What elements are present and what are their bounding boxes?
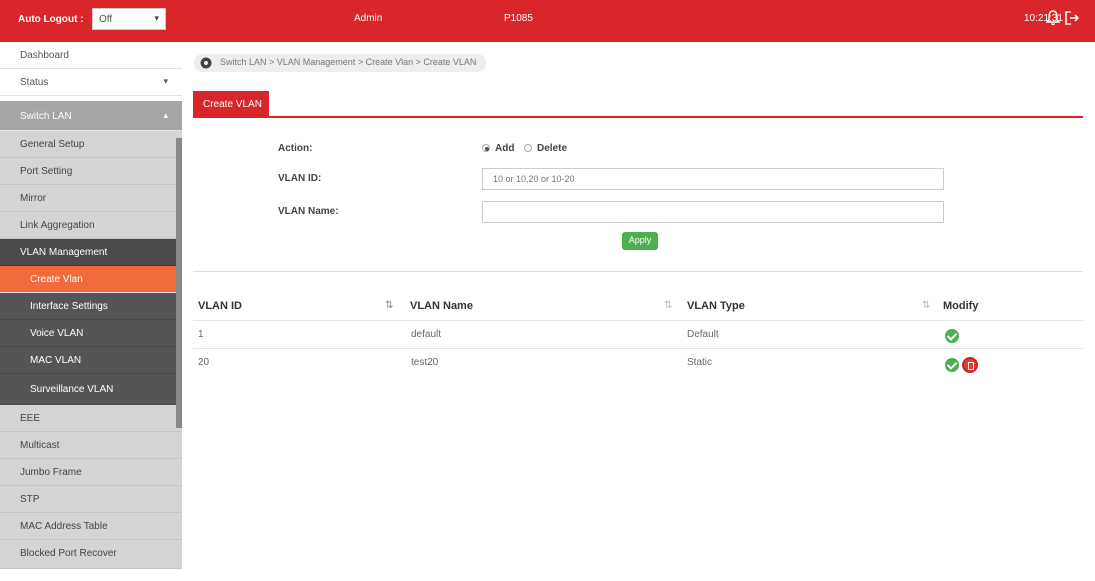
vlan-name-label: VLAN Name: [278,206,339,217]
breadcrumb: Switch LAN > VLAN Management > Create Vl… [194,54,487,72]
chevron-down-icon: ▾ [163,76,168,86]
edit-icon[interactable] [945,329,959,343]
sidebar-item-label: Link Aggregation [20,220,95,231]
cell-vlan-id: 1 [198,329,204,340]
bell-icon[interactable] [1046,10,1060,26]
sidebar-item-link-aggregation[interactable]: Link Aggregation [0,212,182,239]
add-radio[interactable] [482,144,490,152]
cell-vlan-type: Default [687,329,719,340]
sidebar-item-label: EEE [20,413,41,424]
column-header-vlan-id[interactable]: VLAN ID [198,300,242,312]
sidebar-item-label: Surveillance VLAN [30,384,114,395]
vlan-name-input[interactable] [482,201,944,223]
sidebar-item-general-setup[interactable]: General Setup [0,131,182,158]
sidebar-item-mac-address-table[interactable]: MAC Address Table [0,513,182,540]
auto-logout-value: Off [99,14,113,25]
sidebar-item-label: VLAN Management [20,247,108,258]
sidebar-item-label: Switch LAN [20,111,72,122]
device-model: P1085 [504,13,533,24]
sidebar-item-label: Interface Settings [30,301,108,312]
main-content: Switch LAN > VLAN Management > Create Vl… [182,42,1095,581]
sidebar-item-interface-settings[interactable]: Interface Settings [0,293,182,320]
sidebar-item-label: Voice VLAN [30,328,84,339]
sidebar-item-stp[interactable]: STP [0,486,182,513]
tab-create-vlan[interactable]: Create VLAN [193,91,269,117]
sort-icon[interactable]: ⇅ [922,300,930,311]
column-header-vlan-name[interactable]: VLAN Name [410,300,473,312]
cell-vlan-id: 20 [198,357,210,368]
sidebar-item-eee[interactable]: EEE [0,405,182,432]
delete-icon[interactable] [962,357,978,373]
sidebar-item-switch-lan[interactable]: Switch LAN ▴ [0,101,182,131]
auto-logout-select[interactable]: Off ▾ [92,8,166,30]
sidebar-item-label: MAC Address Table [20,521,108,532]
sidebar-item-label: Dashboard [20,50,69,61]
sidebar-item-status[interactable]: Status ▾ [0,69,182,96]
sidebar-item-label: Mirror [20,193,47,204]
breadcrumb-text: Switch LAN > VLAN Management > Create Vl… [220,57,477,67]
sidebar-item-label: Jumbo Frame [20,467,82,478]
column-header-modify: Modify [943,300,979,312]
logout-icon[interactable] [1064,10,1080,26]
sidebar-item-label: STP [20,494,40,505]
sidebar-item-label: General Setup [20,139,85,150]
sidebar-item-label: Port Setting [20,166,73,177]
cell-vlan-name: default [411,329,442,340]
action-label: Action: [278,143,313,154]
sidebar-item-label: MAC VLAN [30,355,82,366]
sidebar-item-vlan-management[interactable]: VLAN Management [0,239,182,266]
apply-button[interactable]: Apply [622,232,658,250]
sidebar-item-mirror[interactable]: Mirror [0,185,182,212]
cell-vlan-type: Static [687,357,713,368]
tab-underline [193,116,1083,118]
sidebar-item-blocked-port-recover[interactable]: Blocked Port Recover [0,540,182,569]
sidebar-item-jumbo-frame[interactable]: Jumbo Frame [0,459,182,486]
vlan-id-input[interactable] [482,168,944,190]
sort-icon[interactable]: ⇅ [385,300,393,311]
sidebar: Dashboard Status ▾ Switch LAN ▴ General Se… [0,42,182,581]
cell-vlan-name: test20 [411,357,439,368]
delete-radio[interactable] [524,144,532,152]
auto-logout-label: Auto Logout : [18,14,84,25]
sidebar-item-label: Blocked Port Recover [20,548,117,559]
divider [193,271,1083,272]
sidebar-item-mac-vlan[interactable]: MAC VLAN [0,347,182,374]
delete-radio-label: Delete [537,143,568,154]
column-header-vlan-type[interactable]: VLAN Type [687,300,745,312]
sidebar-item-surveillance-vlan[interactable]: Surveillance VLAN [0,374,182,405]
chevron-down-icon: ▾ [154,13,159,23]
add-radio-label: Add [495,143,515,154]
sidebar-item-port-setting[interactable]: Port Setting [0,158,182,185]
sidebar-item-multicast[interactable]: Multicast [0,432,182,459]
sidebar-item-label: Create Vlan [30,274,83,285]
user-name: Admin [354,13,383,24]
sidebar-item-label: Multicast [20,440,60,451]
sort-icon[interactable]: ⇅ [664,300,672,311]
edit-icon[interactable] [945,358,959,372]
vlan-id-label: VLAN ID: [278,173,322,184]
chevron-up-icon: ▴ [163,110,168,120]
top-bar: Auto Logout : Off ▾ Admin P1085 10:21:31 [0,0,1095,42]
sidebar-item-dashboard[interactable]: Dashboard [0,42,182,69]
sidebar-item-voice-vlan[interactable]: Voice VLAN [0,320,182,347]
home-icon[interactable] [200,57,212,69]
sidebar-item-create-vlan[interactable]: Create Vlan [0,266,182,293]
sidebar-item-label: Status [20,77,49,88]
row-divider [193,348,1083,349]
row-divider [193,320,1083,321]
